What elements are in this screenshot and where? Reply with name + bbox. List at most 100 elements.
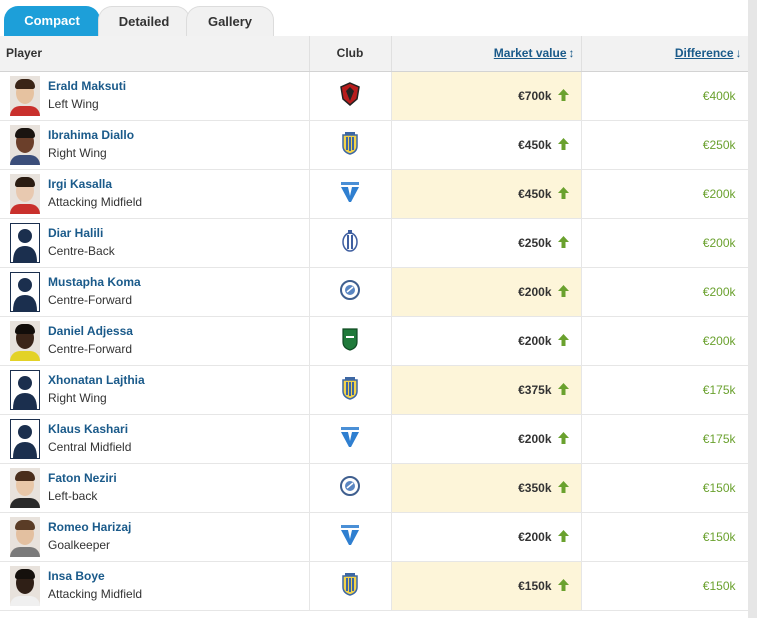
tab-detailed[interactable]: Detailed [98, 6, 190, 36]
player-name-link[interactable]: Daniel Adjessa [48, 323, 133, 339]
blue-yellow-striped-crest-icon[interactable] [339, 131, 361, 158]
market-value-cell: €700k [391, 71, 582, 121]
table-row: Faton Neziri Left-back €350k €150k [0, 463, 749, 513]
blue-yellow-striped-crest-icon[interactable] [339, 572, 361, 599]
blue-yellow-striped-crest-icon[interactable] [339, 376, 361, 403]
player-position: Right Wing [48, 390, 107, 405]
market-value-cell: €450k [391, 120, 582, 170]
player-photo[interactable] [10, 124, 40, 165]
market-value-cell: €250k [391, 218, 582, 268]
market-value: €450k [518, 137, 552, 152]
market-value: €200k [518, 284, 552, 299]
sort-difference-link[interactable]: Difference [675, 46, 734, 60]
player-photo[interactable] [10, 467, 40, 508]
player-photo[interactable] [10, 173, 40, 214]
blue-v-crest-icon[interactable] [338, 425, 362, 452]
player-name-link[interactable]: Diar Halili [48, 225, 115, 241]
red-black-crest-icon[interactable] [339, 82, 361, 109]
player-name-link[interactable]: Mustapha Koma [48, 274, 141, 290]
market-value-cell: €450k [391, 169, 582, 219]
scrollbar-track[interactable] [748, 0, 757, 618]
table-header-row: Player Club Market value ↕ Difference ↓ [0, 36, 749, 72]
difference-value: €200k [702, 235, 736, 250]
column-header-difference[interactable]: Difference ↓ [581, 36, 749, 72]
player-position: Left Wing [48, 96, 99, 111]
round-blue-crest-icon[interactable] [339, 279, 361, 304]
player-name-link[interactable]: Romeo Harizaj [48, 519, 131, 535]
sort-both-icon[interactable]: ↕ [569, 46, 575, 60]
club-cell [309, 71, 392, 121]
up-arrow-icon [557, 284, 569, 300]
up-arrow-icon [557, 431, 569, 447]
player-photo[interactable] [10, 565, 40, 606]
player-name-link[interactable]: Irgi Kasalla [48, 176, 142, 192]
table-row: Romeo Harizaj Goalkeeper €200k €150k [0, 512, 749, 562]
difference-cell: €200k [581, 169, 749, 219]
difference-value: €175k [702, 431, 736, 446]
table-row: Diar Halili Centre-Back €250k €200k [0, 218, 749, 268]
player-position: Centre-Back [48, 243, 115, 258]
player-name-link[interactable]: Insa Boye [48, 568, 142, 584]
club-cell [309, 169, 392, 219]
up-arrow-icon [557, 137, 569, 153]
player-cell: Ibrahima Diallo Right Wing [0, 120, 310, 170]
difference-cell: €150k [581, 463, 749, 513]
difference-value: €250k [702, 137, 736, 152]
player-silhouette-icon[interactable] [10, 271, 40, 312]
player-position: Right Wing [48, 145, 107, 160]
club-cell [309, 365, 392, 415]
difference-value: €150k [702, 480, 736, 495]
difference-cell: €150k [581, 561, 749, 611]
up-arrow-icon [557, 333, 569, 349]
player-name-link[interactable]: Faton Neziri [48, 470, 117, 486]
tab-gallery[interactable]: Gallery [186, 6, 274, 36]
table-row: Irgi Kasalla Attacking Midfield €450k €200k [0, 169, 749, 219]
difference-cell: €250k [581, 120, 749, 170]
column-header-club: Club [309, 36, 392, 72]
table-row: Mustapha Koma Centre-Forward €200k €200k [0, 267, 749, 317]
market-value-cell: €200k [391, 414, 582, 464]
blue-v-crest-icon[interactable] [338, 180, 362, 207]
player-cell: Klaus Kashari Central Midfield [0, 414, 310, 464]
player-name-link[interactable]: Ibrahima Diallo [48, 127, 134, 143]
difference-cell: €200k [581, 267, 749, 317]
player-silhouette-icon[interactable] [10, 222, 40, 263]
player-name-link[interactable]: Klaus Kashari [48, 421, 131, 437]
difference-value: €175k [702, 382, 736, 397]
player-silhouette-icon[interactable] [10, 418, 40, 459]
green-crest-icon[interactable] [340, 327, 360, 354]
player-cell: Mustapha Koma Centre-Forward [0, 267, 310, 317]
column-header-market-value[interactable]: Market value ↕ [391, 36, 582, 72]
player-photo[interactable] [10, 320, 40, 361]
market-value: €450k [518, 186, 552, 201]
sort-down-icon[interactable]: ↓ [736, 46, 742, 60]
round-blue-crest-icon[interactable] [339, 475, 361, 500]
player-name-link[interactable]: Erald Maksuti [48, 78, 126, 94]
player-position: Goalkeeper [48, 537, 111, 552]
up-arrow-icon [557, 578, 569, 594]
player-cell: Irgi Kasalla Attacking Midfield [0, 169, 310, 219]
market-value-cell: €200k [391, 267, 582, 317]
market-value-cell: €350k [391, 463, 582, 513]
blue-v-crest-icon[interactable] [338, 523, 362, 550]
player-cell: Faton Neziri Left-back [0, 463, 310, 513]
difference-value: €150k [702, 529, 736, 544]
player-photo[interactable] [10, 75, 40, 116]
player-name-link[interactable]: Xhonatan Lajthia [48, 372, 145, 388]
player-cell: Xhonatan Lajthia Right Wing [0, 365, 310, 415]
up-arrow-icon [557, 480, 569, 496]
player-photo[interactable] [10, 516, 40, 557]
tab-compact[interactable]: Compact [4, 6, 100, 36]
difference-cell: €200k [581, 218, 749, 268]
market-value: €150k [518, 578, 552, 593]
player-cell: Romeo Harizaj Goalkeeper [0, 512, 310, 562]
difference-cell: €400k [581, 71, 749, 121]
market-value-cell: €200k [391, 316, 582, 366]
player-silhouette-icon[interactable] [10, 369, 40, 410]
club-cell [309, 463, 392, 513]
club-cell [309, 267, 392, 317]
blue-white-striped-crest-icon[interactable] [340, 229, 360, 256]
sort-market-value-link[interactable]: Market value [494, 46, 567, 60]
market-value-page: Compact Detailed Gallery Player Club Mar… [0, 0, 757, 618]
up-arrow-icon [557, 529, 569, 545]
